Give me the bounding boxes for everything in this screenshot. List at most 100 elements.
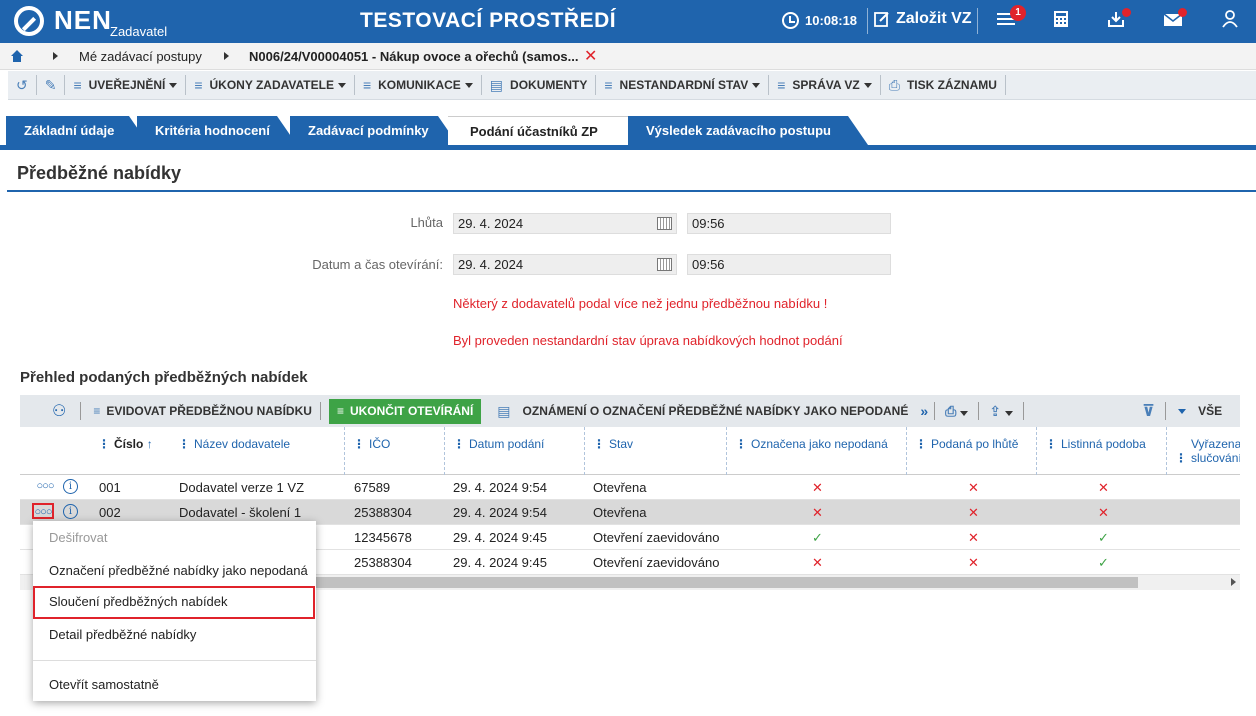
record-offer-button[interactable]: ≡ EVIDOVAT PŘEDBĚŽNOU NABÍDKU xyxy=(93,404,312,418)
column-header-ico[interactable]: ⋮ IČO xyxy=(345,427,445,475)
export-menu-icon[interactable]: ⇪ xyxy=(989,403,1014,420)
nonstandard-menu[interactable]: ≡ NESTANDARDNÍ STAV xyxy=(596,75,770,95)
column-header-state[interactable]: ⋮ Stav xyxy=(585,427,727,475)
finish-opening-button[interactable]: ≡ UKONČIT OTEVÍRÁNÍ xyxy=(328,398,482,424)
column-menu-icon[interactable]: ⋮ xyxy=(1175,451,1187,465)
publish-menu[interactable]: ≡ UVEŘEJNĚNÍ xyxy=(65,75,187,95)
breadcrumb-arrow-icon xyxy=(224,52,229,60)
list-icon: ≡ xyxy=(194,77,203,93)
column-supplier-label: Název dodavatele xyxy=(194,437,291,451)
warning-nonstandard-state: Byl proveden nestandardní stav úprava na… xyxy=(453,333,843,348)
documents-button[interactable]: ▤ DOKUMENTY xyxy=(482,75,597,95)
filter-icon[interactable]: ⊽ xyxy=(1142,401,1155,421)
notice-unsubmitted-button[interactable]: ▤ OZNÁMENÍ O OZNAČENÍ PŘEDBĚŽNÉ NABÍDKY J… xyxy=(497,403,908,420)
print-label: TISK ZÁZNAMU xyxy=(906,78,997,92)
document-icon: ▤ xyxy=(489,76,504,93)
cell-late: ✕ xyxy=(968,530,979,545)
edit-button[interactable]: ✎ xyxy=(37,75,66,95)
toolbar-divider xyxy=(934,402,936,420)
row-actions-icon[interactable]: ○○○ xyxy=(32,503,54,519)
breadcrumb-item-current[interactable]: N006/24/V00004051 - Nákup ovoce a ořechů… xyxy=(249,49,579,64)
chevron-down-icon xyxy=(752,82,761,88)
cell-ico: 25388304 xyxy=(354,505,412,520)
tabs-underline xyxy=(0,145,1256,150)
menu-item-decrypt: Dešifrovat xyxy=(49,530,108,545)
column-header-paper[interactable]: ⋮ Listinná podoba xyxy=(1037,427,1167,475)
deadline-time-field[interactable]: 09:56 xyxy=(687,213,891,234)
menu-item-mark-unsubmitted[interactable]: Označení předběžné nabídky jako nepodaná xyxy=(33,555,316,587)
award-icon[interactable]: ⚇ xyxy=(52,401,66,421)
actions-menu[interactable]: ≡ ÚKONY ZADAVATELE xyxy=(186,75,355,95)
column-header-number[interactable]: ⋮ Číslo ↑ xyxy=(90,427,170,475)
documents-label: DOKUMENTY xyxy=(510,78,588,92)
column-merged-label: Vyřazena slučováním xyxy=(1191,437,1240,465)
breadcrumb-item-procedures[interactable]: Mé zadávací postupy xyxy=(79,49,202,64)
edit-icon xyxy=(874,12,889,27)
column-header-merged[interactable]: ⋮ Vyřazena slučováním xyxy=(1167,427,1240,475)
clock-icon xyxy=(782,12,799,29)
info-icon[interactable]: i xyxy=(63,479,78,494)
column-header-late[interactable]: ⋮ Podaná po lhůtě xyxy=(907,427,1037,475)
column-header-supplier[interactable]: ⋮ Název dodavatele xyxy=(170,427,345,475)
list-icon: ≡ xyxy=(336,404,344,418)
column-paper-label: Listinná podoba xyxy=(1061,437,1146,451)
warning-multiple-offers: Některý z dodavatelů podal více než jedn… xyxy=(453,296,828,311)
toolbar-divider xyxy=(978,402,980,420)
opening-time-field[interactable]: 09:56 xyxy=(687,254,891,275)
tab-submissions[interactable]: Podání účastníků ZP xyxy=(448,116,628,145)
menu-item-open-separately[interactable]: Otevřít samostatně xyxy=(33,669,316,701)
communication-menu[interactable]: ≡ KOMUNIKACE xyxy=(355,75,482,95)
cell-date: 29. 4. 2024 9:54 xyxy=(453,480,547,495)
cell-state: Otevřena xyxy=(593,505,647,520)
column-menu-icon[interactable]: ⋮ xyxy=(915,437,927,451)
column-menu-icon[interactable]: ⋮ xyxy=(453,437,465,451)
list-icon: ≡ xyxy=(93,404,101,418)
calculator-icon[interactable] xyxy=(1049,10,1073,32)
tab-evaluation-criteria[interactable]: Kritéria hodnocení xyxy=(137,116,297,145)
column-menu-icon[interactable]: ⋮ xyxy=(98,437,110,451)
calendar-icon[interactable] xyxy=(657,217,672,230)
tab-basic-info[interactable]: Základní údaje xyxy=(6,116,149,145)
column-menu-icon[interactable]: ⋮ xyxy=(735,437,747,451)
cell-number: 002 xyxy=(99,505,121,520)
info-icon[interactable]: i xyxy=(63,504,78,519)
actions-label: ÚKONY ZADAVATELE xyxy=(209,78,334,92)
scroll-right-icon[interactable] xyxy=(1231,578,1236,586)
cell-ico: 25388304 xyxy=(354,555,412,570)
column-header-date[interactable]: ⋮ Datum podání xyxy=(445,427,585,475)
row-actions-icon[interactable]: ○○○ xyxy=(34,479,56,495)
pencil-icon: ✎ xyxy=(44,76,57,93)
deadline-date-field[interactable]: 29. 4. 2024 xyxy=(453,213,677,234)
opening-date-field[interactable]: 29. 4. 2024 xyxy=(453,254,677,275)
view-all-dropdown[interactable]: VŠE xyxy=(1178,404,1222,418)
print-menu-icon[interactable]: ⎙ xyxy=(945,403,969,420)
menu-item-merge-offers[interactable]: Sloučení předběžných nabídek xyxy=(33,586,315,619)
table-row[interactable]: ○○○ i 001 Dodavatel verze 1 VZ 67589 29.… xyxy=(20,475,1240,500)
sort-asc-icon[interactable]: ↑ xyxy=(147,437,153,451)
tab-tender-conditions[interactable]: Zadávací podmínky xyxy=(290,116,458,145)
home-icon[interactable] xyxy=(10,49,24,63)
column-menu-icon[interactable]: ⋮ xyxy=(353,437,365,451)
management-menu[interactable]: ≡ SPRÁVA VZ xyxy=(769,75,881,95)
user-icon[interactable] xyxy=(1218,10,1242,32)
toolbar-divider xyxy=(80,402,82,420)
toolbar-divider xyxy=(1165,402,1167,420)
column-header-marked[interactable]: ⋮ Označena jako nepodaná xyxy=(727,427,907,475)
refresh-button[interactable]: ↺ xyxy=(8,75,37,95)
logo-subtitle: Zadavatel xyxy=(110,24,168,39)
create-vz-button[interactable]: Založit VZ xyxy=(874,10,972,28)
cell-paper: ✕ xyxy=(1098,505,1109,520)
cell-marked: ✓ xyxy=(812,530,823,545)
close-icon[interactable]: ✕ xyxy=(584,46,597,66)
column-menu-icon[interactable]: ⋮ xyxy=(1045,437,1057,451)
column-menu-icon[interactable]: ⋮ xyxy=(593,437,605,451)
column-menu-icon[interactable]: ⋮ xyxy=(178,437,190,451)
menu-item-offer-detail[interactable]: Detail předběžné nabídky xyxy=(33,619,316,651)
toolbar-divider xyxy=(1023,402,1025,420)
nen-logo-icon[interactable] xyxy=(14,6,44,36)
print-button[interactable]: ⎙ TISK ZÁZNAMU xyxy=(881,75,1006,95)
calendar-icon[interactable] xyxy=(657,258,672,271)
list-icon: ≡ xyxy=(73,77,82,93)
double-chevron-right-icon[interactable]: » xyxy=(920,403,928,419)
tab-procedure-result[interactable]: Výsledek zadávacího postupu xyxy=(628,116,868,145)
